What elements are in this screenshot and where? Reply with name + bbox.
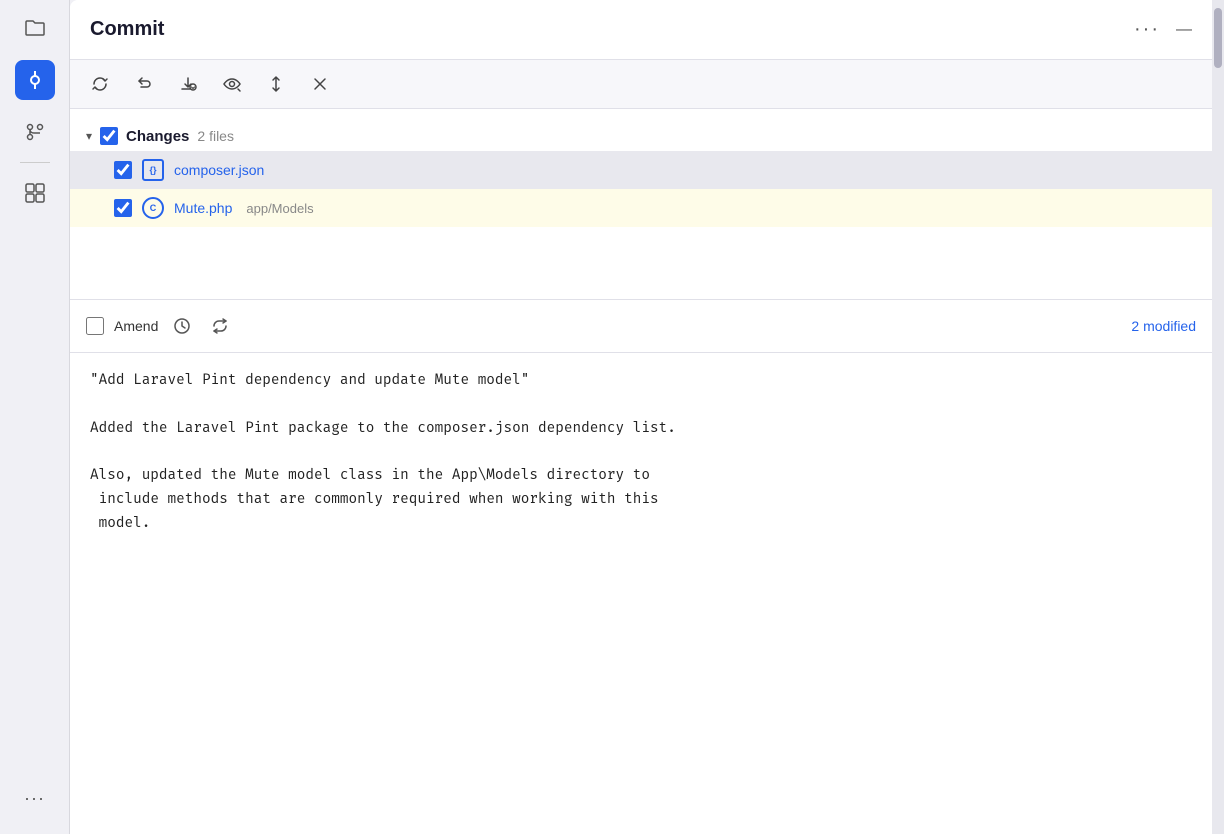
file-checkbox-mute-php[interactable] (114, 199, 132, 217)
sidebar-divider (20, 162, 50, 163)
main-content: Commit ··· — (70, 0, 1212, 834)
commit-message-input[interactable] (70, 353, 1212, 834)
minimize-button[interactable]: — (1176, 21, 1192, 39)
title-bar: Commit ··· — (70, 0, 1212, 60)
scrollbar-thumb[interactable] (1214, 8, 1222, 68)
close-button[interactable] (306, 70, 334, 98)
amend-label: Amend (114, 318, 158, 334)
chevron-down-icon: ▾ (86, 129, 92, 143)
file-item-composer-json[interactable]: {} composer.json (70, 151, 1212, 189)
undo-button[interactable] (130, 70, 158, 98)
refresh-button[interactable] (86, 70, 114, 98)
page-title: Commit (90, 18, 164, 41)
changes-header[interactable]: ▾ Changes 2 files (70, 121, 1212, 151)
modified-badge: 2 modified (1131, 318, 1196, 334)
eye-button[interactable] (218, 70, 246, 98)
title-dots-menu[interactable]: ··· (1134, 18, 1160, 41)
toolbar (70, 60, 1212, 109)
sidebar-item-extensions[interactable] (15, 173, 55, 213)
more-dots-icon: ··· (24, 788, 45, 809)
commit-message-area (70, 352, 1212, 834)
file-item-mute-php[interactable]: C Mute.php app/Models (70, 189, 1212, 227)
download-button[interactable] (174, 70, 202, 98)
sidebar-item-commit[interactable] (15, 60, 55, 100)
changes-label: Changes (126, 128, 189, 145)
file-path-mute-php: app/Models (246, 201, 313, 216)
json-file-icon: {} (142, 159, 164, 181)
file-checkbox-composer-json[interactable] (114, 161, 132, 179)
title-actions: ··· — (1134, 18, 1192, 41)
file-list-area: ▾ Changes 2 files {} composer.json C Mut… (70, 109, 1212, 239)
file-name-mute-php: Mute.php (174, 200, 232, 216)
changes-checkbox[interactable] (100, 127, 118, 145)
sidebar-item-folder[interactable] (15, 8, 55, 48)
loop-icon[interactable] (206, 312, 234, 340)
php-file-icon: C (142, 197, 164, 219)
amend-section: Amend 2 modified (70, 299, 1212, 352)
history-icon[interactable] (168, 312, 196, 340)
amend-checkbox[interactable] (86, 317, 104, 335)
spacer (70, 239, 1212, 299)
changes-count: 2 files (197, 128, 234, 144)
sidebar: ··· (0, 0, 70, 834)
sidebar-item-more[interactable]: ··· (15, 778, 55, 818)
scrollbar[interactable] (1212, 0, 1224, 834)
arrows-button[interactable] (262, 70, 290, 98)
file-name-composer-json: composer.json (174, 162, 264, 178)
sidebar-item-branches[interactable] (15, 112, 55, 152)
